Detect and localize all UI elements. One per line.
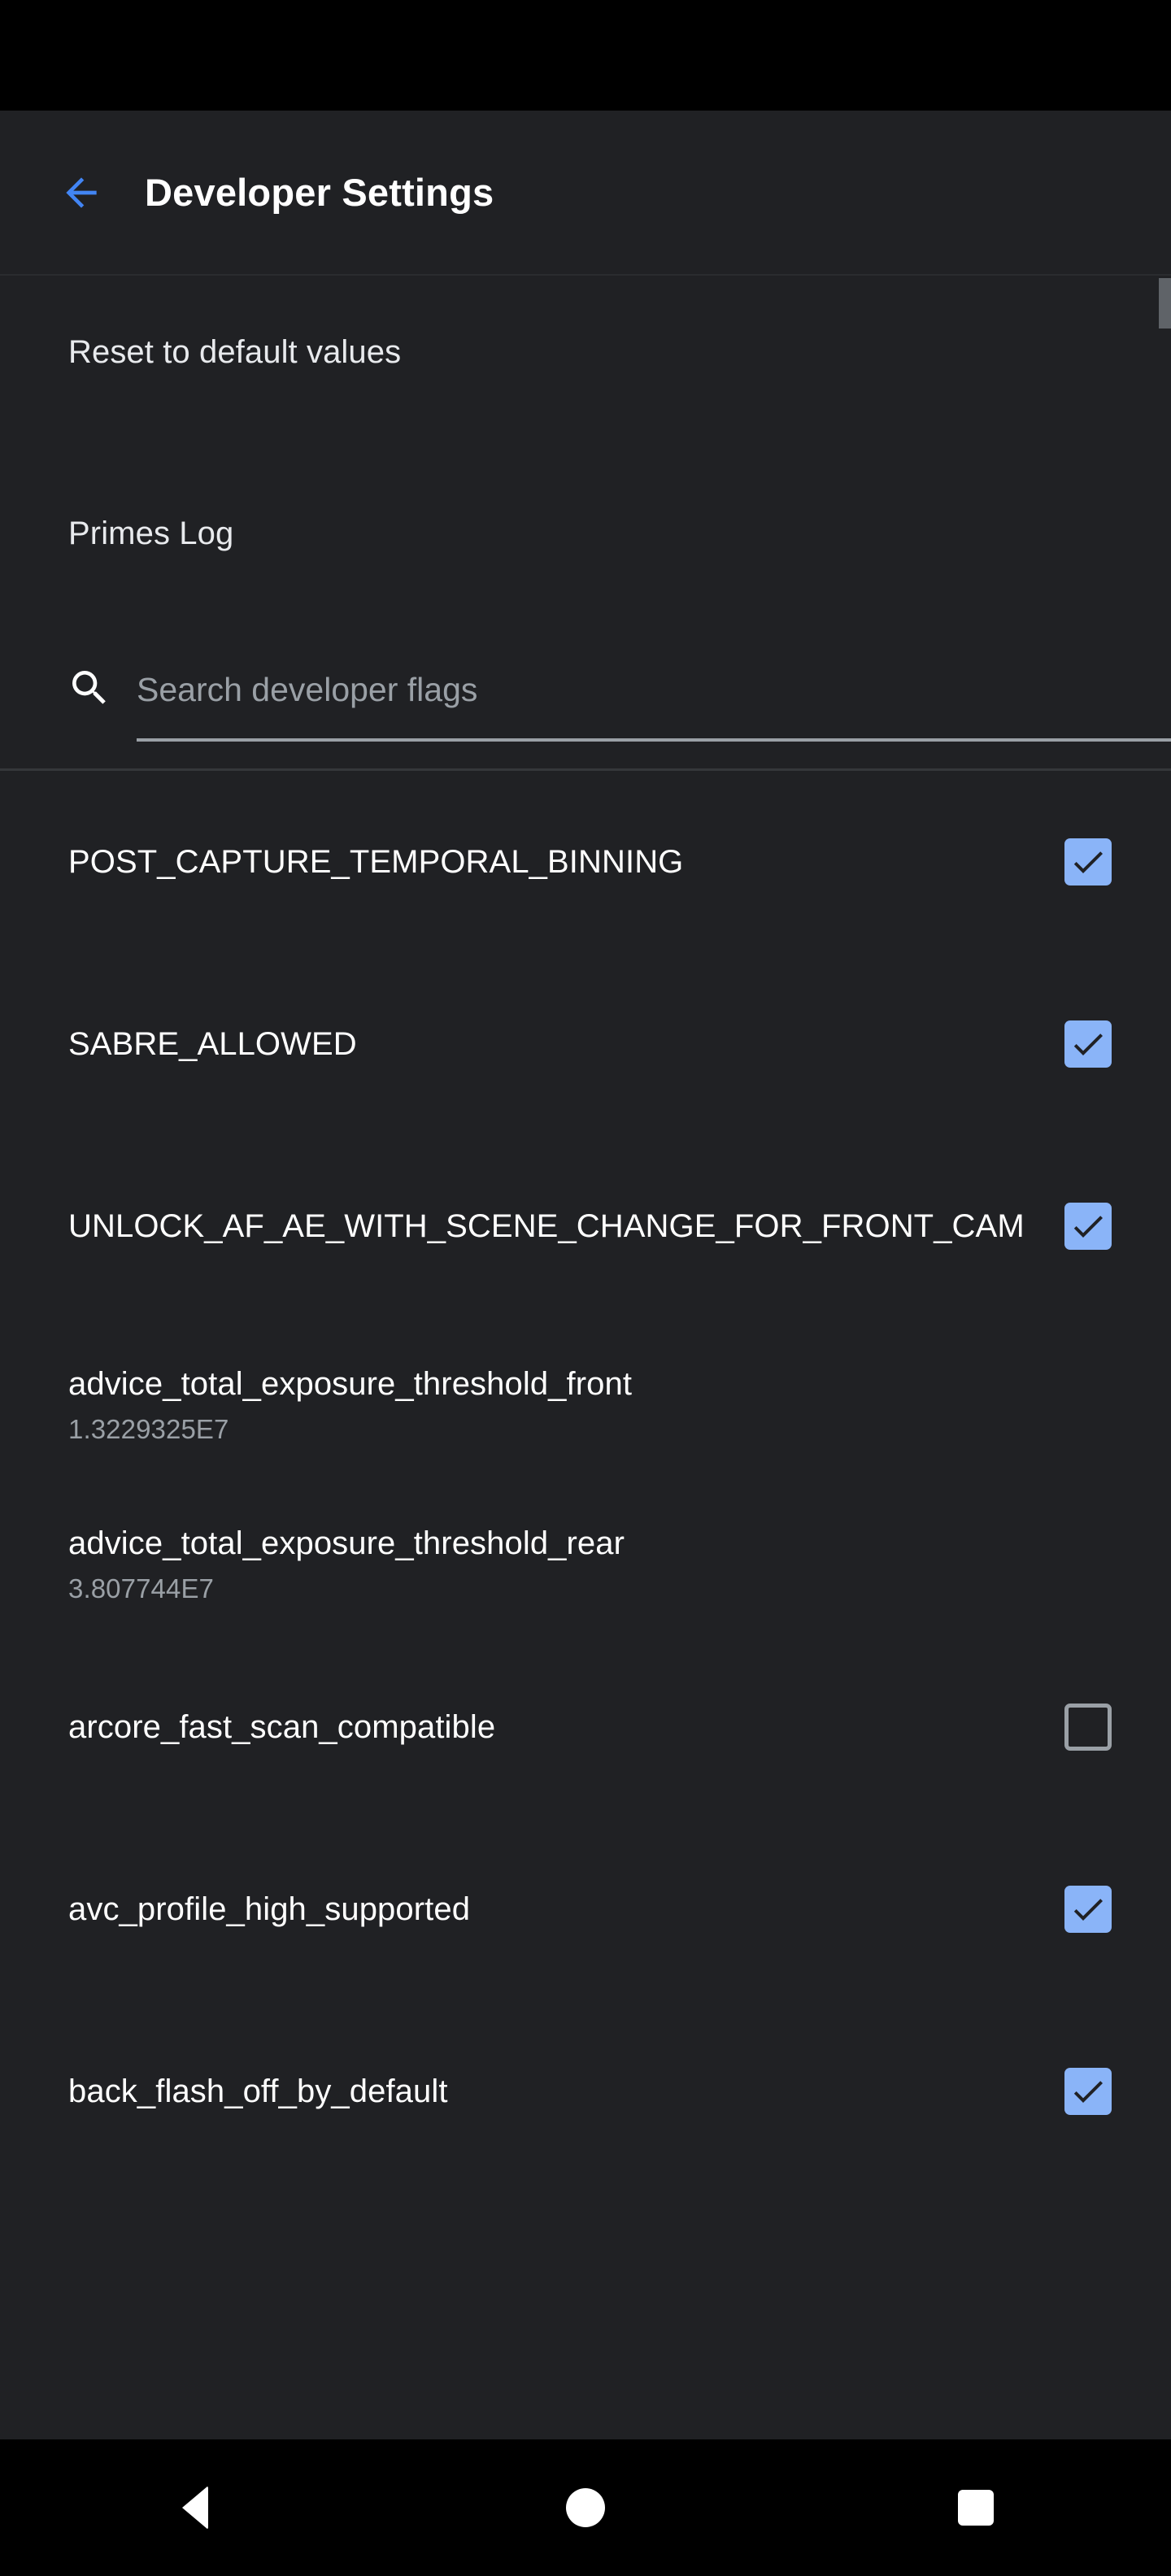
checkbox-slot [1049, 1886, 1127, 1933]
primes-log-row[interactable]: Primes Log [0, 488, 1171, 579]
checkbox-checked[interactable] [1064, 1203, 1112, 1250]
nav-home-button[interactable] [512, 2439, 659, 2576]
circle-home-icon [566, 2488, 605, 2527]
search-underline [137, 738, 1171, 742]
checkbox-slot [1049, 838, 1127, 886]
triangle-back-icon [182, 2486, 208, 2530]
flag-texts: avc_profile_high_supported [68, 1890, 1049, 1930]
status-bar [0, 0, 1171, 111]
nav-back-button[interactable] [122, 2439, 268, 2576]
square-recents-icon [958, 2490, 994, 2526]
flag-name: arcore_fast_scan_compatible [68, 1708, 496, 1745]
flag-row[interactable]: SABRE_ALLOWED [0, 953, 1171, 1135]
checkbox-slot [1049, 1020, 1127, 1068]
checkbox-slot [1049, 1203, 1127, 1250]
checkbox-checked[interactable] [1064, 838, 1112, 886]
flag-texts: UNLOCK_AF_AE_WITH_SCENE_CHANGE_FOR_FRONT… [68, 1207, 1049, 1247]
checkbox-unchecked[interactable] [1064, 1704, 1112, 1751]
android-navigation-bar [0, 2439, 1171, 2576]
flag-name: POST_CAPTURE_TEMPORAL_BINNING [68, 843, 684, 880]
settings-scroll-container[interactable]: Reset to default values Primes Log POST_… [0, 276, 1171, 2439]
flag-texts: advice_total_exposure_threshold_front 1.3… [68, 1364, 1049, 1446]
search-icon [67, 665, 112, 711]
flag-name: advice_total_exposure_threshold_front [68, 1366, 633, 1402]
checkbox-slot [1049, 2068, 1127, 2115]
app-bar: Developer Settings [0, 111, 1171, 274]
flag-row[interactable]: advice_total_exposure_threshold_front 1.3… [0, 1317, 1171, 1477]
flag-row[interactable]: POST_CAPTURE_TEMPORAL_BINNING [0, 771, 1171, 953]
developer-flags-list: POST_CAPTURE_TEMPORAL_BINNING SABRE_ALLOW… [0, 771, 1171, 2182]
search-field [137, 660, 1171, 748]
flag-row[interactable]: back_flash_off_by_default [0, 2000, 1171, 2182]
checkbox-slot [1049, 1704, 1127, 1751]
flag-row[interactable]: avc_profile_high_supported [0, 1818, 1171, 2000]
reset-to-default-values-row[interactable]: Reset to default values [0, 307, 1171, 398]
search-input[interactable] [137, 660, 1171, 719]
flag-texts: SABRE_ALLOWED [68, 1025, 1049, 1064]
primes-log-label: Primes Log [68, 515, 234, 551]
flag-name: UNLOCK_AF_AE_WITH_SCENE_CHANGE_FOR_FRONT… [68, 1208, 1025, 1244]
page-title: Developer Settings [145, 171, 494, 214]
flag-name: avc_profile_high_supported [68, 1891, 471, 1927]
checkbox-checked[interactable] [1064, 1020, 1112, 1068]
flag-texts: back_flash_off_by_default [68, 2072, 1049, 2112]
arrow-left-icon [59, 170, 104, 215]
flag-name: SABRE_ALLOWED [68, 1025, 357, 1062]
flag-value: 3.807744E7 [68, 1573, 215, 1603]
flag-row[interactable]: UNLOCK_AF_AE_WITH_SCENE_CHANGE_FOR_FRONT… [0, 1135, 1171, 1317]
checkbox-checked[interactable] [1064, 2068, 1112, 2115]
flag-value: 1.3229325E7 [68, 1413, 229, 1444]
flag-texts: advice_total_exposure_threshold_rear 3.80… [68, 1524, 1049, 1605]
search-row[interactable] [0, 639, 1171, 769]
flag-texts: arcore_fast_scan_compatible [68, 1708, 1049, 1747]
nav-recents-button[interactable] [903, 2439, 1049, 2576]
flag-texts: POST_CAPTURE_TEMPORAL_BINNING [68, 842, 1049, 882]
flag-row[interactable]: advice_total_exposure_threshold_rear 3.80… [0, 1477, 1171, 1636]
flag-name: back_flash_off_by_default [68, 2073, 448, 2109]
reset-to-default-values-label: Reset to default values [68, 333, 402, 370]
phone-screen: Developer Settings Reset to default valu… [0, 0, 1171, 2576]
flag-row[interactable]: arcore_fast_scan_compatible [0, 1636, 1171, 1818]
back-button[interactable] [44, 155, 119, 230]
checkbox-checked[interactable] [1064, 1886, 1112, 1933]
flag-name: advice_total_exposure_threshold_rear [68, 1525, 625, 1561]
